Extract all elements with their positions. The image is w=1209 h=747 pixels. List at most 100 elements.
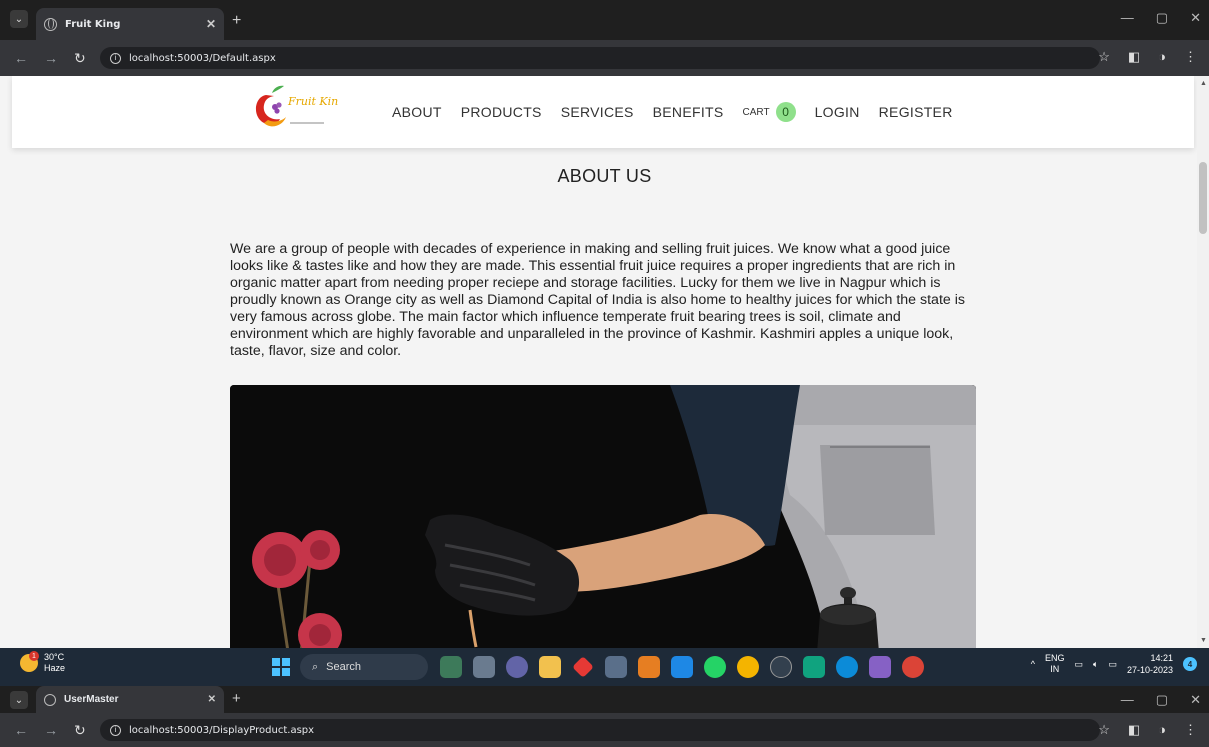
close-tab-icon[interactable]: ✕ <box>208 694 216 705</box>
site-info-icon[interactable]: i <box>110 52 121 64</box>
back-arrow-icon[interactable]: ← <box>14 50 30 66</box>
scrollbar-thumb[interactable] <box>1199 162 1207 234</box>
mail-app-icon[interactable] <box>671 656 693 678</box>
search-label: Search <box>326 661 362 673</box>
restore-icon[interactable]: ▢ <box>1156 10 1168 26</box>
side-panel-icon[interactable]: ◧ <box>1128 722 1140 738</box>
browser2-toolbar: ← → ↻ i localhost:50003/DisplayProduct.a… <box>0 713 1209 747</box>
system-tray: ^ ENG IN ▭ 🔈︎ ▭ 14:21 27-10-2023 4 <box>1031 652 1197 676</box>
notification-count-badge[interactable]: 4 <box>1183 657 1197 671</box>
forward-arrow-icon[interactable]: → <box>44 722 60 738</box>
weather-badge: 1 <box>29 651 39 661</box>
back-arrow-icon[interactable]: ← <box>14 722 30 738</box>
toolbar-actions: ☆ ◧ ◑ ⋮ <box>1098 49 1197 65</box>
minimize-icon[interactable]: — <box>1121 692 1134 708</box>
window-controls: — ▢ ✕ <box>1121 10 1201 26</box>
toolbar2-actions: ☆ ◧ ◑ ⋮ <box>1098 722 1197 738</box>
chevron-up-icon[interactable]: ^ <box>1031 659 1035 669</box>
profile-avatar-icon[interactable]: ◑ <box>1158 722 1166 738</box>
more-menu-icon[interactable]: ⋮ <box>1184 722 1197 738</box>
address-bar-2[interactable]: i localhost:50003/DisplayProduct.aspx <box>100 719 1100 741</box>
tab-title: Fruit King <box>65 18 121 30</box>
windows-taskbar: 1 30°C Haze ⌕ Search ^ ENG IN ▭ 🔈︎ ▭ 14:… <box>0 648 1209 686</box>
profile-avatar-icon[interactable]: ◑ <box>1158 49 1166 65</box>
site-header: Fruit King ABOUT PRODUCTS SERVICES BENEF… <box>12 76 1194 148</box>
browser-tab-active[interactable]: Fruit King ✕ <box>36 8 224 40</box>
media-player-icon[interactable] <box>638 656 660 678</box>
new-tab2-button[interactable]: + <box>232 690 241 707</box>
edge-browser-icon[interactable] <box>836 656 858 678</box>
weather-sun-icon: 1 <box>20 651 39 672</box>
minimize-icon[interactable]: — <box>1121 10 1134 26</box>
scroll-down-icon[interactable]: ▼ <box>1200 637 1207 644</box>
more-menu-icon[interactable]: ⋮ <box>1184 49 1197 65</box>
close-tab-icon[interactable]: ✕ <box>206 17 216 31</box>
lang-bottom: IN <box>1050 664 1060 674</box>
close-window-icon[interactable]: ✕ <box>1190 10 1201 26</box>
weather-desc: Haze <box>44 663 66 673</box>
clock-time: 14:21 <box>1150 653 1173 663</box>
nav-about[interactable]: ABOUT <box>392 104 442 120</box>
chatgpt-app-icon[interactable] <box>803 656 825 678</box>
tab-search-button[interactable]: ⌄ <box>10 10 28 28</box>
bookmark-star-icon[interactable]: ☆ <box>1098 49 1110 65</box>
chrome-canary-icon[interactable] <box>737 656 759 678</box>
browser2-tab-active[interactable]: UserMaster ✕ <box>36 686 224 713</box>
browser2-tab-strip: ⌄ UserMaster ✕ + — ▢ ✕ <box>0 686 1209 713</box>
speed-gauge-icon[interactable] <box>770 656 792 678</box>
battery-icon[interactable]: ▭ <box>1108 659 1117 670</box>
widgets-app-icon[interactable] <box>440 656 462 678</box>
taskbar-apps <box>440 656 924 678</box>
side-panel-icon[interactable]: ◧ <box>1128 49 1140 65</box>
about-paragraph: We are a group of people with decades of… <box>230 241 965 359</box>
visual-studio-icon[interactable] <box>869 656 891 678</box>
globe-icon <box>44 693 56 706</box>
teams-chat-icon[interactable] <box>506 656 528 678</box>
browser-tab-strip: ⌄ Fruit King ✕ + — ▢ ✕ <box>0 0 1209 40</box>
lang-top: ENG <box>1045 653 1065 663</box>
nav-login[interactable]: LOGIN <box>815 104 860 120</box>
bookmark-star-icon[interactable]: ☆ <box>1098 722 1110 738</box>
juice-making-photo <box>230 385 976 648</box>
reload-icon[interactable]: ↻ <box>74 722 90 739</box>
nav-cart[interactable]: CART 0 <box>743 102 796 122</box>
fruit-king-logo[interactable]: Fruit King <box>248 83 338 133</box>
browser-toolbar: ← → ↻ i localhost:50003/Default.aspx ☆ ◧… <box>0 40 1209 76</box>
scroll-up-icon[interactable]: ▲ <box>1200 80 1207 87</box>
taskbar-clock[interactable]: 14:21 27-10-2023 <box>1127 652 1173 676</box>
weather-widget[interactable]: 1 30°C Haze <box>20 651 66 674</box>
nav-register[interactable]: REGISTER <box>879 104 953 120</box>
site-info-icon[interactable]: i <box>110 724 121 736</box>
windows-start-icon[interactable] <box>272 658 290 676</box>
whatsapp-icon[interactable] <box>704 656 726 678</box>
about-heading: ABOUT US <box>557 166 652 186</box>
file-explorer-icon[interactable] <box>539 656 561 678</box>
language-indicator[interactable]: ENG IN <box>1045 653 1065 675</box>
cart-label: CART <box>742 106 770 118</box>
reload-icon[interactable]: ↻ <box>74 50 90 67</box>
tab2-search-button[interactable]: ⌄ <box>10 691 28 709</box>
taskbar-search[interactable]: ⌕ Search <box>300 654 428 680</box>
camera-app-icon[interactable] <box>605 656 627 678</box>
volume-icon[interactable]: 🔈︎ <box>1093 659 1098 670</box>
logo-text: Fruit King <box>287 95 338 108</box>
chrome-browser-icon[interactable] <box>902 656 924 678</box>
address-bar[interactable]: i localhost:50003/Default.aspx <box>100 47 1100 69</box>
close-window-icon[interactable]: ✕ <box>1190 692 1201 708</box>
address-url-2: localhost:50003/DisplayProduct.aspx <box>129 724 315 736</box>
forward-arrow-icon[interactable]: → <box>44 50 60 66</box>
new-tab-button[interactable]: + <box>232 12 241 30</box>
nav-services[interactable]: SERVICES <box>561 104 634 120</box>
network-icon[interactable]: ▭ <box>1075 659 1084 670</box>
page-scrollbar[interactable]: ▲ ▼ <box>1197 76 1209 648</box>
nav-benefits[interactable]: BENEFITS <box>653 104 724 120</box>
main-nav: ABOUT PRODUCTS SERVICES BENEFITS CART 0 … <box>392 102 953 122</box>
search-icon: ⌕ <box>312 660 319 673</box>
restore-icon[interactable]: ▢ <box>1156 692 1168 708</box>
task-view-icon[interactable] <box>473 656 495 678</box>
clock-date: 27-10-2023 <box>1126 665 1173 675</box>
anydesk-icon[interactable] <box>572 656 594 678</box>
tab2-title: UserMaster <box>64 694 119 705</box>
nav-products[interactable]: PRODUCTS <box>461 104 542 120</box>
globe-icon <box>44 17 57 31</box>
